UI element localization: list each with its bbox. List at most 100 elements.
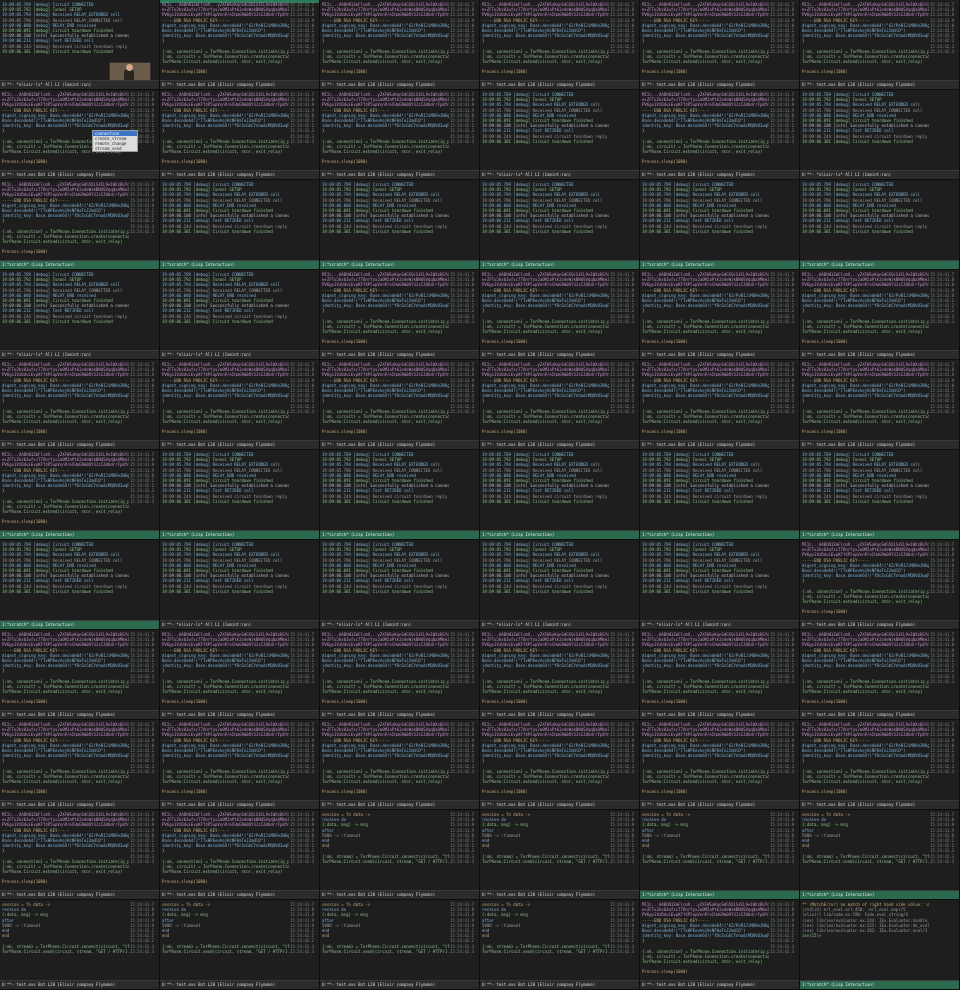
pane-text[interactable]: 19:09:05.789 [debug] Circuit CONNECTED 19… (482, 542, 609, 620)
editor-pane[interactable]: MIIc...AABhN1ZmFlcmV...yZXFWSxKqnSdG5QiS… (800, 720, 960, 810)
pane-text[interactable]: MIIc...AABhN1ZmFlcmV...yZXFWSxKqnSdG5QiS… (162, 2, 289, 80)
pane-text[interactable]: session = fn data -> receive do {:data, … (162, 902, 289, 980)
editor-pane[interactable]: MIIc...AABhN1ZmFlcmV...yZXFWSxKqnSdG5QiS… (800, 360, 960, 450)
pane-text[interactable]: MIIc...AABhN1ZmFlcmV...yZXFWSxKqnSdG5QiS… (322, 362, 449, 440)
editor-pane[interactable]: MIIc...AABhN1ZmFlcmV...yZXFWSxKqnSdG5QiS… (800, 0, 960, 90)
pane-text[interactable]: MIIc...AABhN1ZmFlcmV...yZXFWSxKqnSdG5QiS… (162, 92, 289, 170)
editor-pane[interactable]: 19:09:05.789 [debug] Circuit CONNECTED 19… (0, 540, 160, 630)
editor-pane[interactable]: session = fn data -> receive do {:data, … (160, 900, 320, 990)
pane-text[interactable]: MIIc...AABhN1ZmFlcmV...yZXFWSxKqnSdG5QiS… (162, 632, 289, 710)
pane-text[interactable]: MIIc...AABhN1ZmFlcmV...yZXFWSxKqnSdG5QiS… (642, 902, 769, 980)
editor-pane[interactable]: MIIc...AABhN1ZmFlcmV...yZXFWSxKqnSdG5QiS… (320, 720, 480, 810)
pane-text[interactable]: MIIc...AABhN1ZmFlcmV...yZXFWSxKqnSdG5QiS… (642, 2, 769, 80)
pane-text[interactable]: MIIc...AABhN1ZmFlcmV...yZXFWSxKqnSdG5QiS… (322, 272, 449, 350)
editor-pane[interactable]: MIIc...AABhN1ZmFlcmV...yZXFWSxKqnSdG5QiS… (640, 630, 800, 720)
editor-pane[interactable]: MIIc...AABhN1ZmFlcmV...yZXFWSxKqnSdG5QiS… (480, 0, 640, 90)
editor-pane[interactable]: MIIc...AABhN1ZmFlcmV...yZXFWSxKqnSdG5QiS… (800, 270, 960, 360)
pane-text[interactable]: MIIc...AABhN1ZmFlcmV...yZXFWSxKqnSdG5QiS… (162, 722, 289, 800)
pane-text[interactable]: 19:09:05.789 [debug] Circuit CONNECTED 19… (802, 92, 929, 170)
editor-pane[interactable]: 19:09:05.789 [debug] Circuit CONNECTED 19… (480, 450, 640, 540)
pane-text[interactable]: 19:09:05.789 [debug] Circuit CONNECTED 19… (162, 182, 289, 260)
editor-pane[interactable]: MIIc...AABhN1ZmFlcmV...yZXFWSxKqnSdG5QiS… (320, 270, 480, 360)
editor-pane[interactable]: MIIc...AABhN1ZmFlcmV...yZXFWSxKqnSdG5QiS… (640, 900, 800, 990)
pane-text[interactable]: 19:09:05.789 [debug] Circuit CONNECTED 19… (642, 542, 769, 620)
pane-text[interactable]: MIIc...AABhN1ZmFlcmV...yZXFWSxKqnSdG5QiS… (162, 812, 289, 890)
editor-pane[interactable]: session = fn data -> receive do {:data, … (0, 900, 160, 990)
editor-pane[interactable]: MIIc...AABhN1ZmFlcmV...yZXFWSxKqnSdG5QiS… (0, 450, 160, 540)
pane-text[interactable]: MIIc...AABhN1ZmFlcmV...yZXFWSxKqnSdG5QiS… (482, 632, 609, 710)
pane-text[interactable]: MIIc...AABhN1ZmFlcmV...yZXFWSxKqnSdG5QiS… (322, 632, 449, 710)
pane-text[interactable]: 19:09:05.789 [debug] Circuit CONNECTED 19… (162, 542, 289, 620)
editor-pane[interactable]: MIIc...AABhN1ZmFlcmV...yZXFWSxKqnSdG5QiS… (160, 90, 320, 180)
editor-pane[interactable]: 19:09:05.789 [debug] Circuit CONNECTED 19… (0, 0, 160, 90)
pane-text[interactable]: MIIc...AABhN1ZmFlcmV...yZXFWSxKqnSdG5QiS… (802, 632, 929, 710)
pane-text[interactable]: 19:09:05.789 [debug] Circuit CONNECTED 19… (482, 182, 609, 260)
pane-text[interactable]: 19:09:05.789 [debug] Circuit CONNECTED 19… (642, 182, 769, 260)
editor-pane[interactable]: MIIc...AABhN1ZmFlcmV...yZXFWSxKqnSdG5QiS… (0, 630, 160, 720)
editor-pane[interactable]: MIIc...AABhN1ZmFlcmV...yZXFWSxKqnSdG5QiS… (480, 360, 640, 450)
editor-pane[interactable]: session = fn data -> receive do {:data, … (800, 810, 960, 900)
editor-pane[interactable]: MIIc...AABhN1ZmFlcmV...yZXFWSxKqnSdG5QiS… (0, 810, 160, 900)
pane-text[interactable]: MIIc...AABhN1ZmFlcmV...yZXFWSxKqnSdG5QiS… (802, 272, 929, 350)
pane-text[interactable]: MIIc...AABhN1ZmFlcmV...yZXFWSxKqnSdG5QiS… (642, 722, 769, 800)
pane-text[interactable]: MIIc...AABhN1ZmFlcmV...yZXFWSxKqnSdG5QiS… (802, 722, 929, 800)
editor-pane[interactable]: 19:09:05.789 [debug] Circuit CONNECTED 19… (160, 540, 320, 630)
pane-text[interactable]: 19:09:05.789 [debug] Circuit CONNECTED 19… (162, 452, 289, 530)
pane-text[interactable]: MIIc...AABhN1ZmFlcmV...yZXFWSxKqnSdG5QiS… (322, 2, 449, 80)
editor-pane[interactable]: MIIc...AABhN1ZmFlcmV...yZXFWSxKqnSdG5QiS… (160, 810, 320, 900)
pane-text[interactable]: session = fn data -> receive do {:data, … (322, 902, 449, 980)
editor-pane[interactable]: MIIc...AABhN1ZmFlcmV...yZXFWSxKqnSdG5QiS… (480, 270, 640, 360)
editor-pane[interactable]: 19:09:05.789 [debug] Circuit CONNECTED 19… (160, 270, 320, 360)
editor-pane[interactable]: session = fn data -> receive do {:data, … (320, 810, 480, 900)
pane-text[interactable]: session = fn data -> receive do {:data, … (322, 812, 449, 890)
pane-text[interactable]: MIIc...AABhN1ZmFlcmV...yZXFWSxKqnSdG5QiS… (482, 272, 609, 350)
editor-pane[interactable]: 19:09:05.789 [debug] Circuit CONNECTED 19… (640, 450, 800, 540)
pane-text[interactable]: session = fn data -> receive do {:data, … (2, 902, 129, 980)
editor-pane[interactable]: session = fn data -> receive do {:data, … (320, 900, 480, 990)
completion-item[interactable]: stream_send (93, 146, 137, 151)
editor-pane[interactable]: MIIc...AABhN1ZmFlcmV...yZXFWSxKqnSdG5QiS… (160, 360, 320, 450)
pane-text[interactable]: 19:09:05.789 [debug] Circuit CONNECTED 19… (802, 182, 929, 260)
editor-pane[interactable]: MIIc...AABhN1ZmFlcmV...yZXFWSxKqnSdG5QiS… (0, 180, 160, 270)
pane-text[interactable]: MIIc...AABhN1ZmFlcmV...yZXFWSxKqnSdG5QiS… (802, 2, 929, 80)
editor-pane[interactable]: 19:09:05.789 [debug] Circuit CONNECTED 19… (800, 90, 960, 180)
pane-text[interactable]: 19:09:05.789 [debug] Circuit CONNECTED 19… (2, 542, 129, 620)
editor-pane[interactable]: MIIc...AABhN1ZmFlcmV...yZXFWSxKqnSdG5QiS… (320, 0, 480, 90)
editor-pane[interactable]: MIIc...AABhN1ZmFlcmV...yZXFWSxKqnSdG5QiS… (640, 360, 800, 450)
pane-text[interactable]: MIIc...AABhN1ZmFlcmV...yZXFWSxKqnSdG5QiS… (2, 632, 129, 710)
editor-pane[interactable]: 19:09:05.789 [debug] Circuit CONNECTED 19… (640, 180, 800, 270)
editor-pane[interactable]: 19:09:05.789 [debug] Circuit CONNECTED 19… (800, 180, 960, 270)
pane-text[interactable]: 19:09:05.789 [debug] Circuit CONNECTED 19… (802, 452, 929, 530)
pane-text[interactable]: session = fn data -> receive do {:data, … (482, 902, 609, 980)
editor-pane[interactable]: MIIc...AABhN1ZmFlcmV...yZXFWSxKqnSdG5QiS… (0, 360, 160, 450)
pane-text[interactable]: MIIc...AABhN1ZmFlcmV...yZXFWSxKqnSdG5QiS… (322, 722, 449, 800)
pane-text[interactable]: MIIc...AABhN1ZmFlcmV...yZXFWSxKqnSdG5QiS… (642, 632, 769, 710)
editor-pane[interactable]: MIIc...AABhN1ZmFlcmV...yZXFWSxKqnSdG5QiS… (160, 630, 320, 720)
editor-pane[interactable]: MIIc...AABhN1ZmFlcmV...yZXFWSxKqnSdG5QiS… (640, 270, 800, 360)
pane-text[interactable]: MIIc...AABhN1ZmFlcmV...yZXFWSxKqnSdG5QiS… (162, 362, 289, 440)
editor-pane[interactable]: MIIc...AABhN1ZmFlcmV...yZXFWSxKqnSdG5QiS… (640, 0, 800, 90)
pane-text[interactable]: ** (MatchError) no match of right hand s… (802, 902, 929, 980)
editor-pane[interactable]: MIIc...AABhN1ZmFlcmV...yZXFWSxKqnSdG5QiS… (480, 720, 640, 810)
pane-text[interactable]: 19:09:05.789 [debug] Circuit CONNECTED 19… (322, 182, 449, 260)
editor-pane[interactable]: MIIc...AABhN1ZmFlcmV...yZXFWSxKqnSdG5QiS… (160, 0, 320, 90)
editor-pane[interactable]: MIIc...AABhN1ZmFlcmV...yZXFWSxKqnSdG5QiS… (320, 90, 480, 180)
pane-text[interactable]: MIIc...AABhN1ZmFlcmV...yZXFWSxKqnSdG5QiS… (2, 722, 129, 800)
pane-text[interactable]: MIIc...AABhN1ZmFlcmV...yZXFWSxKqnSdG5QiS… (642, 362, 769, 440)
editor-pane[interactable]: MIIc...AABhN1ZmFlcmV...yZXFWSxKqnSdG5QiS… (640, 90, 800, 180)
pane-text[interactable]: 19:09:05.789 [debug] Circuit CONNECTED 19… (162, 272, 289, 350)
editor-pane[interactable]: 19:09:05.789 [debug] Circuit CONNECTED 19… (480, 540, 640, 630)
pane-text[interactable]: 19:09:05.789 [debug] Circuit CONNECTED 19… (482, 452, 609, 530)
pane-text[interactable]: 19:09:05.789 [debug] Circuit CONNECTED 19… (322, 452, 449, 530)
editor-pane[interactable]: 19:09:05.789 [debug] Circuit CONNECTED 19… (160, 180, 320, 270)
pane-text[interactable]: session = fn data -> receive do {:data, … (802, 812, 929, 890)
editor-pane[interactable]: 19:09:05.789 [debug] Circuit CONNECTED 19… (480, 90, 640, 180)
editor-pane[interactable]: MIIc...AABhN1ZmFlcmV...yZXFWSxKqnSdG5QiS… (160, 720, 320, 810)
pane-text[interactable]: MIIc...AABhN1ZmFlcmV...yZXFWSxKqnSdG5QiS… (482, 722, 609, 800)
pane-text[interactable]: session = fn data -> receive do {:data, … (482, 812, 609, 890)
editor-pane[interactable]: session = fn data -> receive do {:data, … (480, 810, 640, 900)
pane-text[interactable]: MIIc...AABhN1ZmFlcmV...yZXFWSxKqnSdG5QiS… (2, 362, 129, 440)
editor-pane[interactable]: 19:09:05.789 [debug] Circuit CONNECTED 19… (320, 540, 480, 630)
completion-popup[interactable]: connection create_stream remote_change stre… (92, 130, 138, 152)
pane-text[interactable]: 19:09:05.789 [debug] Circuit CONNECTED 19… (642, 452, 769, 530)
